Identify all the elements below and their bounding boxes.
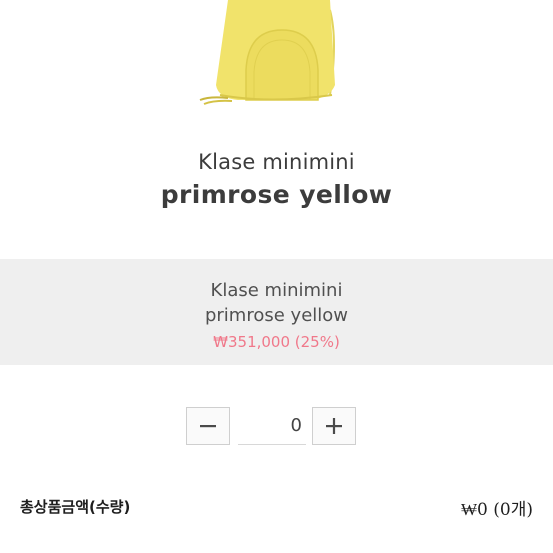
- product-image: [180, 0, 350, 110]
- increase-quantity-button[interactable]: [312, 407, 356, 445]
- minus-icon: [200, 425, 216, 428]
- product-title: Klase minimini primrose yellow: [0, 150, 553, 209]
- quantity-stepper: [186, 407, 358, 447]
- quantity-input[interactable]: [238, 407, 306, 445]
- product-color-name: primrose yellow: [160, 180, 393, 209]
- product-name: Klase minimini: [198, 150, 355, 174]
- decrease-quantity-button[interactable]: [186, 407, 230, 445]
- total-value: ₩0 (0개): [461, 500, 533, 520]
- option-price: ₩351,000 (25%): [213, 333, 340, 351]
- total-row: 총상품금액(수량) ₩0 (0개): [0, 492, 553, 522]
- option-name: Klase minimini: [210, 280, 343, 301]
- yellow-bag-illustration: [199, 0, 335, 105]
- total-label: 총상품금액(수량): [20, 498, 131, 516]
- selected-option-panel: Klase minimini primrose yellow ₩351,000 …: [0, 259, 553, 365]
- option-color: primrose yellow: [204, 305, 348, 326]
- plus-icon: [326, 418, 342, 434]
